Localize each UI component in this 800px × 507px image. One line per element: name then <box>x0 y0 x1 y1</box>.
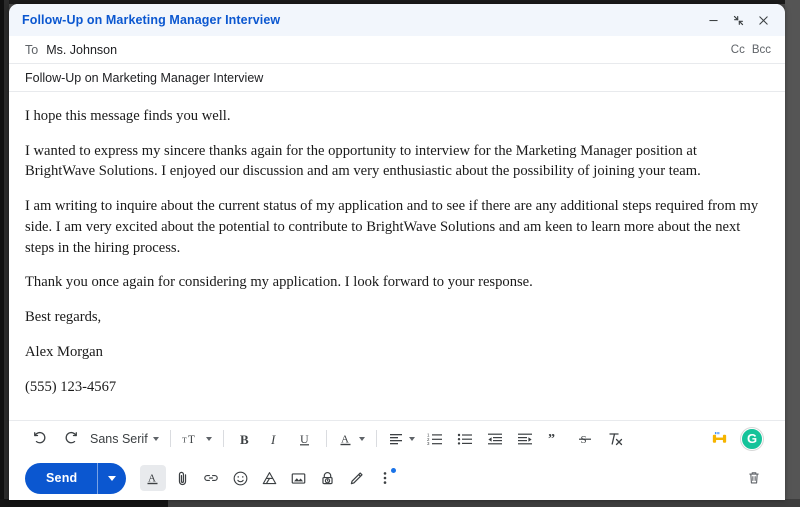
screen: Follow-Up on Marketing Manager Interview <box>0 0 800 507</box>
body-paragraph-4: Thank you once again for considering my … <box>25 274 533 291</box>
to-recipient[interactable]: Ms. Johnson <box>46 43 731 57</box>
bold-icon[interactable]: B <box>230 426 260 452</box>
svg-text:A: A <box>341 433 349 445</box>
grammarly-icon[interactable]: G <box>741 427 763 450</box>
message-body[interactable]: I hope this message finds you well. I wa… <box>9 92 785 420</box>
align-selector[interactable] <box>383 426 420 452</box>
confidential-mode-icon[interactable] <box>314 465 340 491</box>
italic-icon[interactable]: I <box>260 426 290 452</box>
compose-action-icons: A <box>140 465 398 491</box>
svg-text:T: T <box>182 435 187 444</box>
font-family-label: Sans Serif <box>90 431 148 446</box>
desktop-background-right <box>785 0 800 507</box>
desktop-background-bottom-left <box>0 499 168 507</box>
chevron-down-icon <box>152 436 159 441</box>
compose-header[interactable]: Follow-Up on Marketing Manager Interview <box>9 4 785 36</box>
insert-drive-icon[interactable] <box>256 465 282 491</box>
underline-icon[interactable]: U <box>290 426 320 452</box>
svg-text:A: A <box>148 473 156 485</box>
subject-input[interactable]: Follow-Up on Marketing Manager Interview <box>25 71 263 85</box>
svg-text:I: I <box>270 432 276 447</box>
compose-window: Follow-Up on Marketing Manager Interview <box>9 4 785 500</box>
send-options-button[interactable] <box>98 463 126 494</box>
insert-photo-icon[interactable] <box>285 465 311 491</box>
discard-draft-icon[interactable] <box>741 465 767 491</box>
svg-text:S: S <box>580 434 586 446</box>
exit-full-screen-icon[interactable] <box>731 13 746 28</box>
minimize-icon[interactable] <box>706 13 721 28</box>
svg-text:B: B <box>240 432 249 447</box>
svg-text:T: T <box>188 433 195 445</box>
undo-icon[interactable] <box>25 426 55 452</box>
bcc-button[interactable]: Bcc <box>752 44 771 56</box>
numbered-list-icon[interactable]: 1 2 3 <box>420 426 450 452</box>
more-options-badge <box>391 468 397 473</box>
bulleted-list-icon[interactable] <box>450 426 480 452</box>
close-icon[interactable] <box>756 13 771 28</box>
toolbar-divider-1 <box>169 430 171 447</box>
chevron-down-icon <box>408 436 415 441</box>
toolbar-addons: G <box>704 426 773 452</box>
font-size-selector[interactable]: T T <box>177 426 217 452</box>
to-label: To <box>25 42 39 57</box>
body-paragraph-3: I am writing to inquire about the curren… <box>25 198 759 256</box>
subject-field-row[interactable]: Follow-Up on Marketing Manager Interview <box>9 64 785 92</box>
signature-line-2: Alex Morgan <box>25 344 103 361</box>
hubspot-addon-icon[interactable] <box>704 426 734 452</box>
toolbar-divider-2 <box>222 430 224 447</box>
text-color-selector[interactable]: A <box>333 426 370 452</box>
indent-more-icon[interactable] <box>510 426 540 452</box>
body-paragraph-1: I hope this message finds you well. <box>25 108 231 124</box>
strikethrough-icon[interactable]: S <box>570 426 600 452</box>
cc-bcc-group: Cc Bcc <box>731 44 771 56</box>
send-button[interactable]: Send <box>25 463 97 494</box>
toolbar-divider-4 <box>375 430 377 447</box>
insert-signature-icon[interactable] <box>343 465 369 491</box>
formatting-options-icon[interactable]: A <box>140 465 167 491</box>
font-family-selector[interactable]: Sans Serif <box>85 426 164 452</box>
send-toolbar: Send A <box>9 456 785 500</box>
redo-icon[interactable] <box>55 426 85 452</box>
window-controls <box>706 13 775 28</box>
align-icon <box>388 431 404 447</box>
chevron-down-icon <box>205 436 212 441</box>
send-button-group[interactable]: Send <box>25 462 127 494</box>
quote-icon[interactable]: ” <box>540 426 570 452</box>
compose-title: Follow-Up on Marketing Manager Interview <box>22 13 281 27</box>
svg-text:U: U <box>300 432 309 446</box>
signature-line-3: (555) 123-4567 <box>25 379 117 396</box>
toolbar-divider-3 <box>325 430 327 447</box>
cc-button[interactable]: Cc <box>731 44 745 56</box>
text-color-icon: A <box>338 431 354 447</box>
to-field-row[interactable]: To Ms. Johnson Cc Bcc <box>9 36 785 64</box>
chevron-down-icon <box>358 436 365 441</box>
signature-line-1: Best regards, <box>25 309 102 326</box>
attach-file-icon[interactable] <box>169 465 195 491</box>
font-size-icon: T T <box>182 431 201 447</box>
insert-link-icon[interactable] <box>198 465 224 491</box>
remove-formatting-icon[interactable] <box>600 426 630 452</box>
svg-text:”: ” <box>548 432 555 447</box>
more-options-icon[interactable] <box>372 465 398 491</box>
indent-less-icon[interactable] <box>480 426 510 452</box>
formatting-toolbar: Sans Serif T T B I U A 1 2 3 ” S G <box>9 420 785 456</box>
svg-text:3: 3 <box>427 441 430 446</box>
insert-emoji-icon[interactable] <box>227 465 253 491</box>
desktop-background-left-edge <box>0 0 4 507</box>
body-paragraph-2: I wanted to express my sincere thanks ag… <box>25 142 701 180</box>
